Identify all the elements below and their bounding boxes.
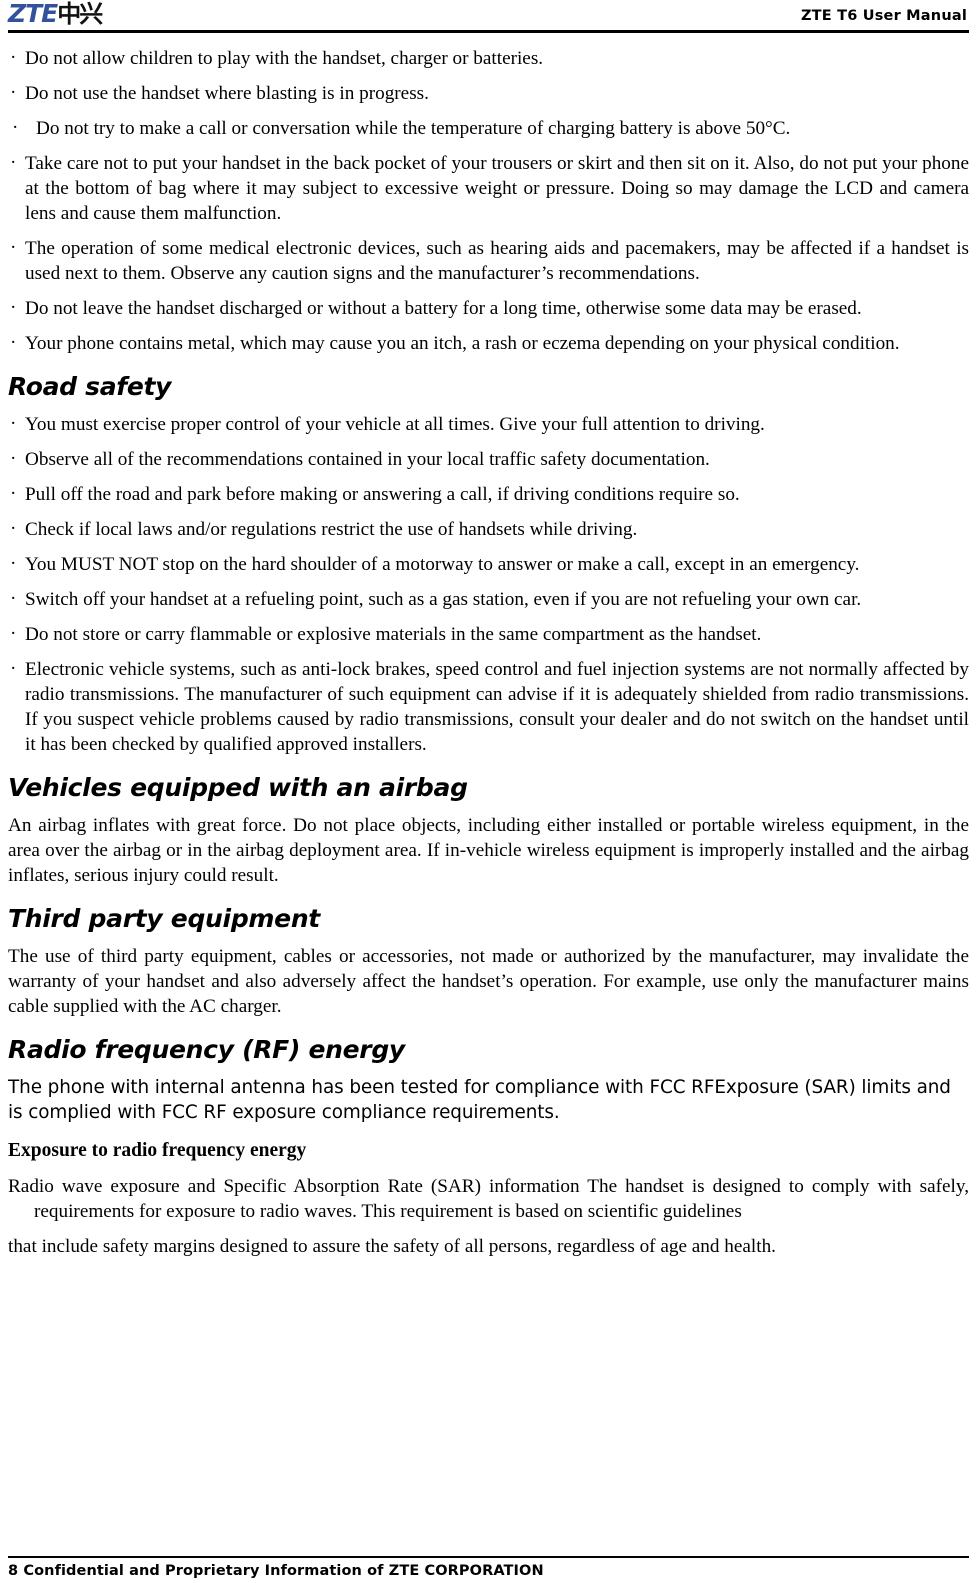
section-heading-road-safety: Road safety bbox=[8, 372, 172, 401]
header-divider bbox=[8, 30, 969, 33]
page-footer: 8 Confidential and Proprietary Informati… bbox=[8, 1556, 969, 1581]
exposure-paragraph: Radio wave exposure and Specific Absorpt… bbox=[8, 1176, 969, 1222]
section-heading-airbag: Vehicles equipped with an airbag bbox=[8, 773, 468, 802]
zte-logo: ZTE中兴 bbox=[8, 0, 103, 28]
safety-bullet: Do not leave the handset discharged or w… bbox=[8, 295, 969, 321]
section-heading-third-party: Third party equipment bbox=[8, 904, 320, 933]
rf-energy-paragraph: The phone with internal antenna has been… bbox=[8, 1077, 951, 1123]
safety-bullet: The operation of some medical electronic… bbox=[8, 235, 969, 286]
safety-bullet: Do not allow children to play with the h… bbox=[8, 45, 969, 71]
header-title: ZTE T6 User Manual bbox=[800, 8, 967, 24]
road-safety-bullet: Check if local laws and/or regulations r… bbox=[8, 516, 969, 542]
footer-divider bbox=[8, 1556, 969, 1558]
road-safety-bullet: Electronic vehicle systems, such as anti… bbox=[8, 656, 969, 757]
page-header: ZTE中兴 ZTE T6 User Manual bbox=[8, 0, 969, 32]
zte-logo-cjk: 中兴 bbox=[57, 0, 103, 28]
safety-bullet: Take care not to put your handset in the… bbox=[8, 150, 969, 226]
road-safety-bullet: Pull off the road and park before making… bbox=[8, 481, 969, 507]
footer-text: 8 Confidential and Proprietary Informati… bbox=[8, 1563, 544, 1579]
road-safety-bullet: You MUST NOT stop on the hard shoulder o… bbox=[8, 551, 969, 577]
zte-logo-latin: ZTE bbox=[8, 0, 58, 28]
road-safety-bullet: Do not store or carry flammable or explo… bbox=[8, 621, 969, 647]
third-party-paragraph: The use of third party equipment, cables… bbox=[8, 946, 969, 1017]
road-safety-bullet: Observe all of the recommendations conta… bbox=[8, 446, 969, 472]
road-safety-bullet: Switch off your handset at a refueling p… bbox=[8, 586, 969, 612]
subsection-heading-exposure: Exposure to radio frequency energy bbox=[8, 1140, 307, 1161]
safety-bullet: Do not use the handset where blasting is… bbox=[8, 80, 969, 106]
exposure-paragraph-continued: that include safety margins designed to … bbox=[8, 1236, 776, 1257]
page-content: Do not allow children to play with the h… bbox=[8, 35, 969, 1259]
section-heading-rf-energy: Radio frequency (RF) energy bbox=[8, 1035, 405, 1064]
road-safety-bullet: You must exercise proper control of your… bbox=[8, 411, 969, 437]
safety-bullet: Do not try to make a call or conversatio… bbox=[8, 115, 969, 141]
airbag-paragraph: An airbag inflates with great force. Do … bbox=[8, 815, 969, 886]
safety-bullet: Your phone contains metal, which may cau… bbox=[8, 330, 969, 356]
document-page: ZTE中兴 ZTE T6 User Manual Do not allow ch… bbox=[0, 0, 979, 1583]
